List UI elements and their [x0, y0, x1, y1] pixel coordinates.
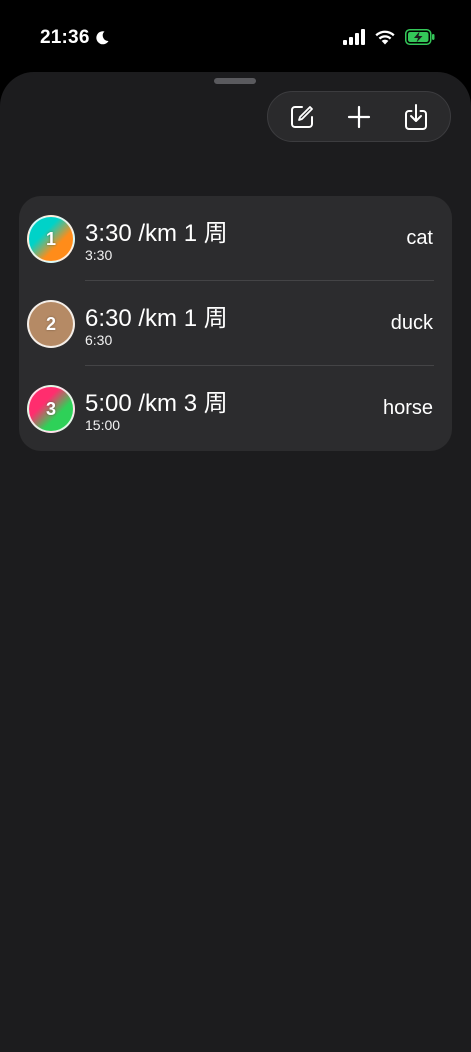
compose-button[interactable]: [280, 95, 324, 139]
item-name: duck: [390, 312, 433, 334]
compose-icon: [291, 105, 314, 128]
item-total-time: 15:00: [85, 417, 121, 433]
item-pace: 5:00 /km 3 周: [85, 390, 228, 417]
bottom-sheet: 1 3:30 /km 1 周 3:30 cat 2 6:30 /km 1 周 6…: [0, 72, 471, 1052]
wifi-icon: [375, 30, 395, 45]
item-total-time: 3:30: [85, 247, 113, 263]
list-item[interactable]: 3 5:00 /km 3 周 15:00 horse: [19, 366, 452, 451]
list-item[interactable]: 2 6:30 /km 1 周 6:30 duck: [19, 281, 452, 366]
item-name: cat: [406, 227, 433, 249]
item-number-badge: 3: [27, 385, 75, 433]
plus-icon: [347, 105, 371, 128]
sheet-grabber[interactable]: [214, 78, 256, 84]
toolbar: [267, 91, 451, 142]
pace-list: 1 3:30 /km 1 周 3:30 cat 2 6:30 /km 1 周 6…: [19, 196, 452, 451]
list-item[interactable]: 1 3:30 /km 1 周 3:30 cat: [19, 196, 452, 281]
status-time: 21:36: [40, 27, 90, 48]
item-pace: 3:30 /km 1 周: [85, 220, 228, 247]
item-number-badge: 2: [27, 300, 75, 348]
import-icon: [404, 103, 427, 130]
item-pace: 6:30 /km 1 周: [85, 305, 228, 332]
status-bar: 21:36: [0, 0, 471, 72]
item-name: horse: [382, 397, 433, 419]
battery-charging-icon: [405, 29, 435, 45]
import-button[interactable]: [394, 95, 438, 139]
cellular-signal-icon: [343, 29, 365, 45]
item-total-time: 6:30: [85, 332, 113, 348]
add-button[interactable]: [337, 95, 381, 139]
status-icons: [343, 29, 435, 45]
item-number-badge: 1: [27, 215, 75, 263]
status-time-group: 21:36: [40, 27, 110, 49]
moon-icon: [95, 31, 109, 45]
